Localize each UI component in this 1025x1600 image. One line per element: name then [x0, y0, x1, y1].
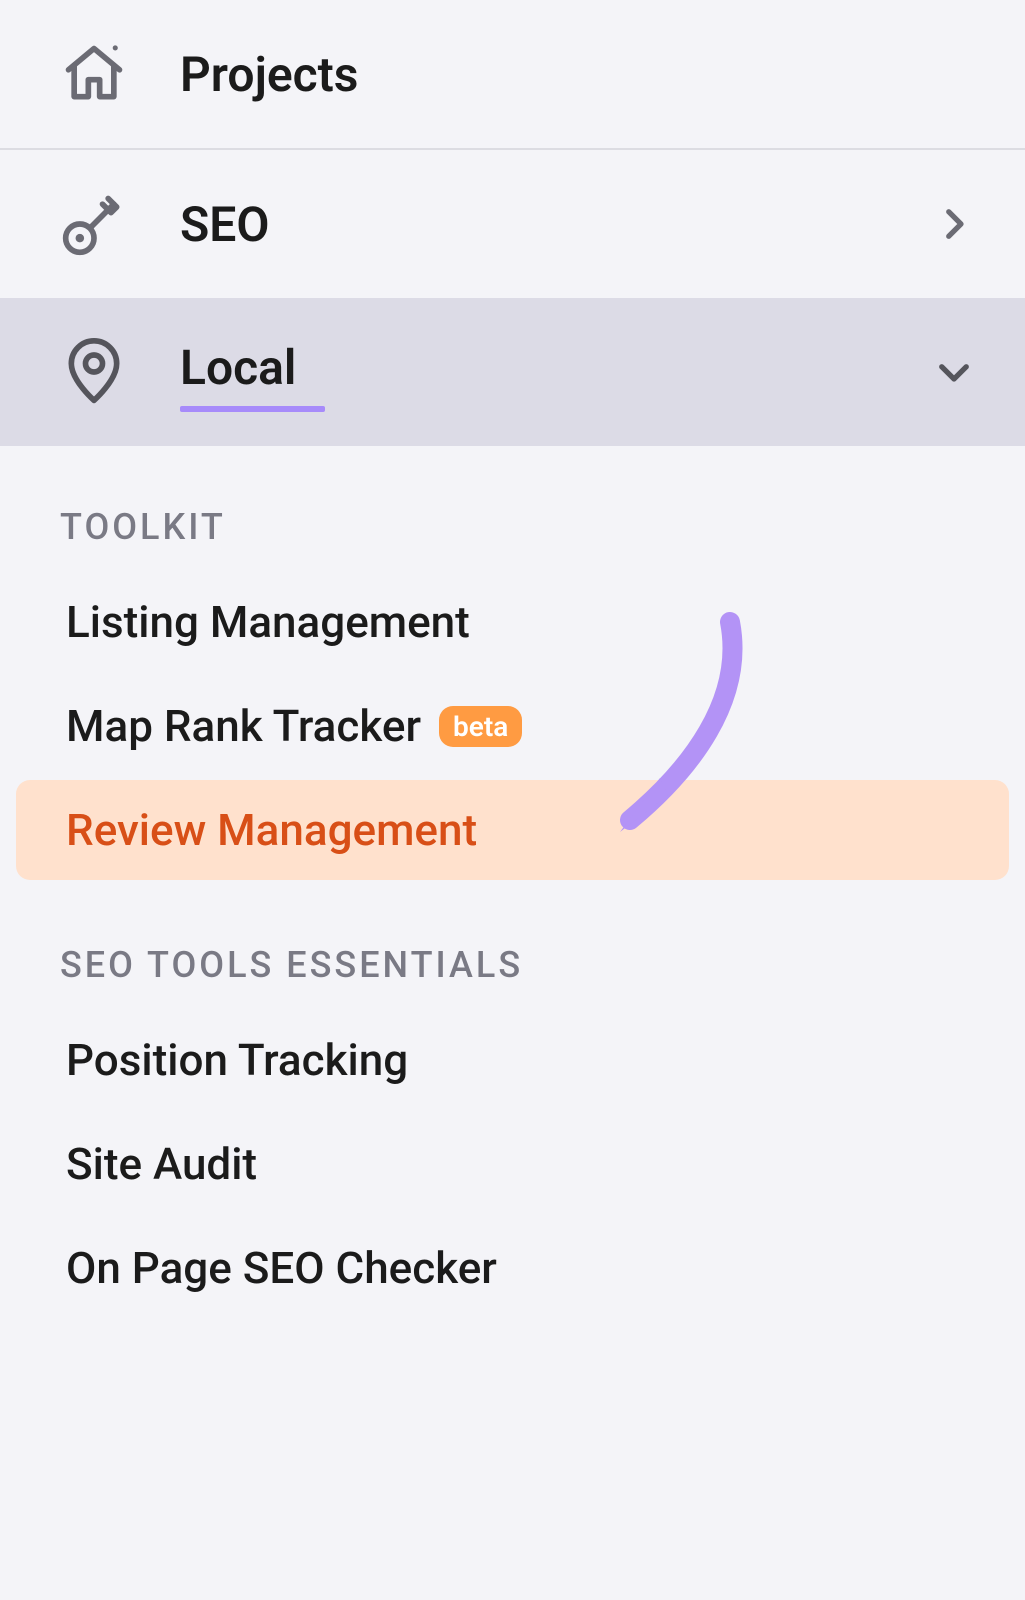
section-heading-toolkit: TOOLKIT	[0, 446, 1025, 568]
home-icon	[60, 40, 140, 108]
chevron-down-icon	[933, 351, 975, 393]
menu-item-label: Review Management	[66, 804, 477, 856]
map-pin-icon	[60, 338, 140, 406]
menu-item-label: On Page SEO Checker	[66, 1242, 497, 1294]
nav-item-seo[interactable]: SEO	[0, 150, 1025, 298]
menu-item-map-rank-tracker[interactable]: Map Rank Tracker beta	[16, 676, 1009, 776]
nav-item-projects[interactable]: Projects	[0, 0, 1025, 148]
menu-item-label: Map Rank Tracker	[66, 700, 421, 752]
menu-item-onpage-seo-checker[interactable]: On Page SEO Checker	[16, 1218, 1009, 1318]
seo-tools-list: Position Tracking Site Audit On Page SEO…	[0, 1010, 1025, 1318]
nav-label-local: Local	[180, 339, 296, 406]
section-heading-seo-tools: SEO TOOLS ESSENTIALS	[0, 884, 1025, 1006]
menu-item-label: Site Audit	[66, 1138, 257, 1190]
menu-item-site-audit[interactable]: Site Audit	[16, 1114, 1009, 1214]
toolkit-list: Listing Management Map Rank Tracker beta…	[0, 572, 1025, 880]
menu-item-listing-management[interactable]: Listing Management	[16, 572, 1009, 672]
nav-label-seo: SEO	[180, 196, 933, 253]
nav-item-local[interactable]: Local	[0, 298, 1025, 446]
beta-badge: beta	[439, 706, 522, 747]
menu-item-label: Position Tracking	[66, 1034, 408, 1086]
menu-item-position-tracking[interactable]: Position Tracking	[16, 1010, 1009, 1110]
key-icon	[60, 190, 140, 258]
menu-item-review-management[interactable]: Review Management	[16, 780, 1009, 880]
nav-label-projects: Projects	[180, 46, 975, 103]
menu-item-label: Listing Management	[66, 596, 470, 648]
chevron-right-icon	[933, 203, 975, 245]
